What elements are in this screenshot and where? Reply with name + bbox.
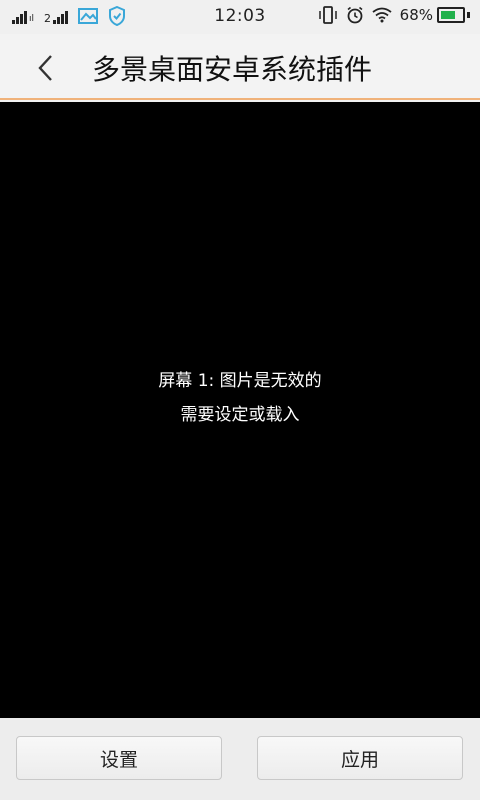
apply-button[interactable]: 应用	[257, 736, 463, 780]
battery-percent: 68%	[399, 6, 433, 24]
battery-icon	[437, 7, 465, 23]
preview-message-line1: 屏幕 1: 图片是无效的	[158, 371, 322, 391]
battery-fill	[441, 11, 455, 19]
bottom-action-bar: 设置 应用	[0, 718, 480, 800]
chevron-left-icon	[38, 55, 52, 81]
preview-message: 屏幕 1: 图片是无效的 需要设定或载入	[0, 364, 480, 432]
title-bar: 多景桌面安卓系统插件	[0, 34, 480, 100]
vibrate-icon	[318, 6, 337, 24]
back-button[interactable]	[26, 48, 66, 88]
alarm-icon	[347, 6, 363, 24]
status-right-icons: 68%	[318, 6, 470, 24]
wallpaper-preview[interactable]: 屏幕 1: 图片是无效的 需要设定或载入	[0, 102, 480, 718]
battery-cap	[467, 12, 470, 18]
status-bar: ıl 2 12:03 68%	[0, 0, 480, 34]
wifi-icon	[372, 7, 392, 23]
battery-indicator: 68%	[400, 6, 470, 24]
settings-button[interactable]: 设置	[16, 736, 222, 780]
preview-message-line2: 需要设定或载入	[180, 405, 300, 425]
page-title: 多景桌面安卓系统插件	[92, 53, 373, 86]
